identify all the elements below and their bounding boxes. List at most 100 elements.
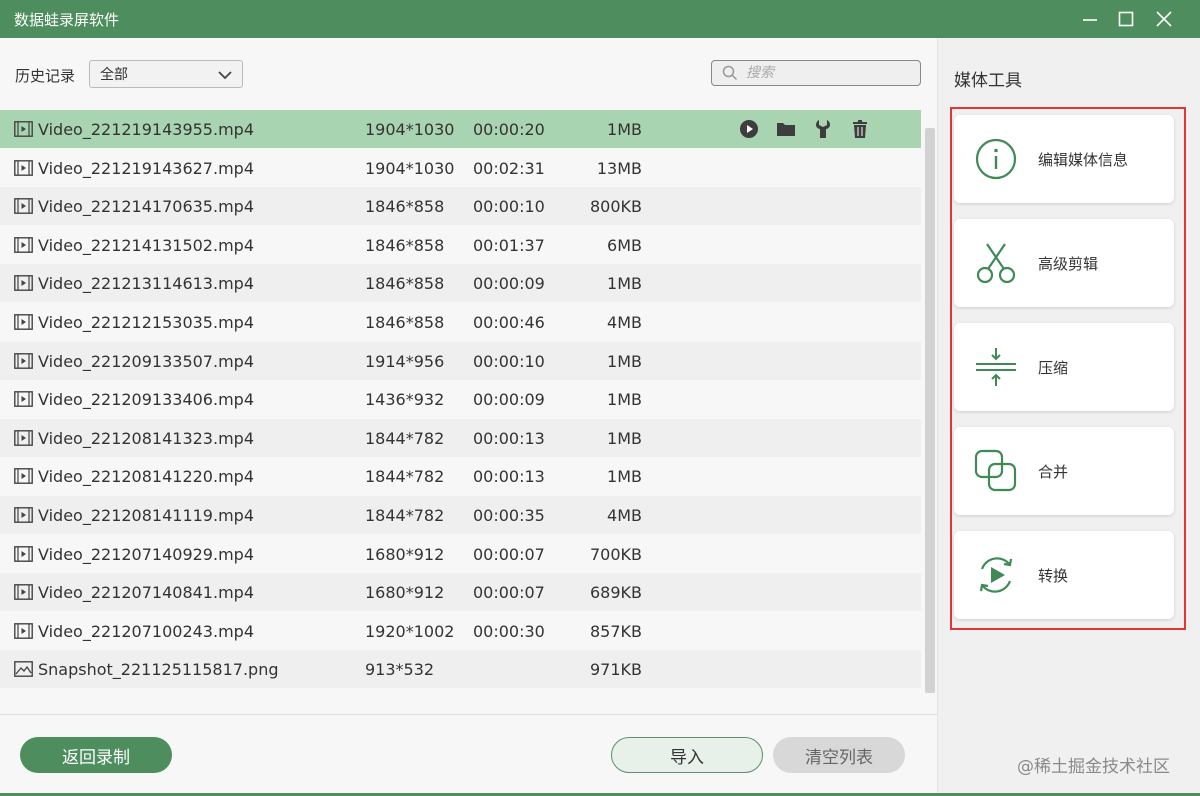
file-size: 1MB bbox=[607, 120, 642, 139]
file-resolution: 1844*782 bbox=[365, 467, 445, 487]
title-bar: 数据蛙录屏软件 bbox=[0, 0, 1200, 38]
file-resolution: 1914*956 bbox=[365, 351, 445, 371]
file-name: Video_221209133406.mp4 bbox=[38, 390, 254, 410]
file-resolution: 1846*858 bbox=[365, 197, 445, 217]
file-name: Video_221212153035.mp4 bbox=[38, 313, 254, 332]
file-size: 1MB bbox=[607, 351, 642, 371]
file-duration: 00:02:31 bbox=[473, 158, 545, 178]
tool-label: 编辑媒体信息 bbox=[1038, 151, 1129, 169]
file-list: Video_221219143955.mp4 1904*1030 00:00:20 1… bbox=[0, 110, 921, 707]
minimize-icon bbox=[1083, 19, 1097, 21]
media-tools-panel: 媒体工具 编辑媒体信息 高级剪辑 压缩 合并 转换 bbox=[937, 38, 1200, 796]
file-row[interactable]: Video_221208141119.mp4 1844*782 00:00:35 4M… bbox=[0, 496, 921, 534]
close-button[interactable] bbox=[1150, 6, 1178, 32]
tool-label: 高级剪辑 bbox=[1038, 255, 1099, 273]
divider bbox=[0, 714, 937, 715]
video-file-icon bbox=[14, 159, 33, 176]
back-to-record-button[interactable]: 返回录制 bbox=[20, 737, 172, 773]
file-row[interactable]: Video_221213114613.mp4 1846*858 00:00:09 1M… bbox=[0, 264, 921, 303]
info-icon bbox=[975, 138, 1017, 180]
video-file-icon bbox=[14, 352, 33, 369]
file-duration: 00:00:35 bbox=[473, 506, 545, 525]
file-duration: 00:00:09 bbox=[473, 274, 545, 294]
file-row[interactable]: Video_221214170635.mp4 1846*858 00:00:10 80… bbox=[0, 187, 921, 226]
play-icon[interactable] bbox=[739, 119, 759, 139]
list-scrollbar[interactable] bbox=[925, 128, 935, 693]
file-size: 1MB bbox=[607, 390, 642, 410]
video-file-icon bbox=[14, 468, 33, 485]
file-name: Video_221207140841.mp4 bbox=[38, 583, 254, 603]
history-label: 历史记录 bbox=[15, 67, 76, 85]
search-input[interactable] bbox=[746, 65, 896, 81]
video-file-icon bbox=[14, 314, 33, 330]
file-name: Video_221214131502.mp4 bbox=[38, 235, 254, 255]
wrench-icon[interactable] bbox=[813, 119, 833, 139]
video-file-icon bbox=[14, 507, 33, 523]
file-name: Snapshot_221125115817.png bbox=[38, 660, 279, 680]
file-list-panel: 历史记录 全部 Video_221219143955.mp4 1904*1030 0… bbox=[0, 38, 937, 796]
clear-list-button[interactable]: 清空列表 bbox=[773, 737, 905, 773]
search-box[interactable] bbox=[711, 60, 921, 86]
folder-icon[interactable] bbox=[776, 119, 796, 139]
file-row[interactable]: Snapshot_221125115817.png 913*532 971KB bbox=[0, 650, 921, 689]
file-row[interactable]: Video_221207140929.mp4 1680*912 00:00:07 70… bbox=[0, 535, 921, 573]
file-duration: 00:00:30 bbox=[473, 621, 545, 641]
file-name: Video_221208141323.mp4 bbox=[38, 428, 254, 448]
file-name: Video_221219143627.mp4 bbox=[38, 158, 254, 178]
file-row[interactable]: Video_221209133507.mp4 1914*956 00:00:10 1M… bbox=[0, 341, 921, 380]
file-size: 700KB bbox=[589, 544, 642, 564]
file-size: 1MB bbox=[607, 467, 642, 487]
file-size: 13MB bbox=[596, 158, 642, 178]
file-resolution: 1844*782 bbox=[365, 506, 445, 525]
row-actions bbox=[739, 119, 887, 139]
file-row[interactable]: Video_221209133406.mp4 1436*932 00:00:09 1M… bbox=[0, 380, 921, 418]
file-resolution: 1846*858 bbox=[365, 235, 445, 255]
file-duration: 00:00:10 bbox=[473, 197, 545, 217]
video-file-icon bbox=[14, 429, 33, 446]
history-filter-select[interactable]: 全部 bbox=[89, 60, 243, 88]
merge-icon bbox=[974, 449, 1017, 492]
file-name: Video_221209133507.mp4 bbox=[38, 351, 254, 371]
tool-advanced-edit[interactable]: 高级剪辑 bbox=[954, 219, 1174, 307]
tool-merge[interactable]: 合并 bbox=[954, 427, 1174, 515]
file-row[interactable]: Video_221207100243.mp4 1920*1002 00:00:30 8… bbox=[0, 612, 921, 650]
trash-icon[interactable] bbox=[850, 119, 870, 139]
maximize-button[interactable] bbox=[1112, 6, 1140, 32]
minimize-button[interactable] bbox=[1076, 6, 1104, 32]
file-row[interactable]: Video_221214131502.mp4 1846*858 00:01:37 6M… bbox=[0, 226, 921, 264]
file-resolution: 1904*1030 bbox=[365, 120, 455, 139]
file-size: 857KB bbox=[589, 621, 642, 641]
file-row[interactable]: Video_221219143627.mp4 1904*1030 00:02:31 1… bbox=[0, 149, 921, 187]
file-size: 1MB bbox=[607, 428, 642, 448]
file-duration: 00:00:20 bbox=[473, 120, 545, 139]
file-resolution: 1436*932 bbox=[365, 390, 445, 410]
compress-icon bbox=[976, 348, 1016, 386]
import-button[interactable]: 导入 bbox=[611, 737, 763, 773]
tool-convert[interactable]: 转换 bbox=[954, 531, 1174, 619]
tool-label: 压缩 bbox=[1038, 359, 1069, 377]
media-tools-title: 媒体工具 bbox=[954, 71, 1022, 91]
file-resolution: 1846*858 bbox=[365, 313, 445, 332]
file-row[interactable]: Video_221207140841.mp4 1680*912 00:00:07 68… bbox=[0, 573, 921, 612]
file-row[interactable]: Video_221212153035.mp4 1846*858 00:00:46 4M… bbox=[0, 303, 921, 341]
video-file-icon bbox=[14, 391, 33, 408]
file-row[interactable]: Video_221219143955.mp4 1904*1030 00:00:20 1… bbox=[0, 110, 921, 148]
tool-compress[interactable]: 压缩 bbox=[954, 323, 1174, 411]
file-row[interactable]: Video_221208141323.mp4 1844*782 00:00:13 1M… bbox=[0, 418, 921, 457]
file-size: 1MB bbox=[607, 274, 642, 294]
file-resolution: 1844*782 bbox=[365, 428, 445, 448]
search-icon bbox=[722, 65, 738, 81]
tool-label: 转换 bbox=[1038, 567, 1069, 585]
tool-edit-media-info[interactable]: 编辑媒体信息 bbox=[954, 115, 1174, 203]
file-duration: 00:00:07 bbox=[473, 583, 545, 603]
close-icon bbox=[1156, 11, 1172, 27]
history-filter-value: 全部 bbox=[100, 67, 128, 83]
video-file-icon bbox=[14, 236, 33, 253]
maximize-icon bbox=[1118, 11, 1134, 27]
video-file-icon bbox=[14, 584, 33, 601]
image-file-icon bbox=[14, 661, 33, 678]
file-row[interactable]: Video_221208141220.mp4 1844*782 00:00:13 1M… bbox=[0, 457, 921, 495]
chevron-down-icon bbox=[218, 71, 232, 80]
file-duration: 00:01:37 bbox=[473, 235, 545, 255]
file-duration: 00:00:07 bbox=[473, 544, 545, 564]
